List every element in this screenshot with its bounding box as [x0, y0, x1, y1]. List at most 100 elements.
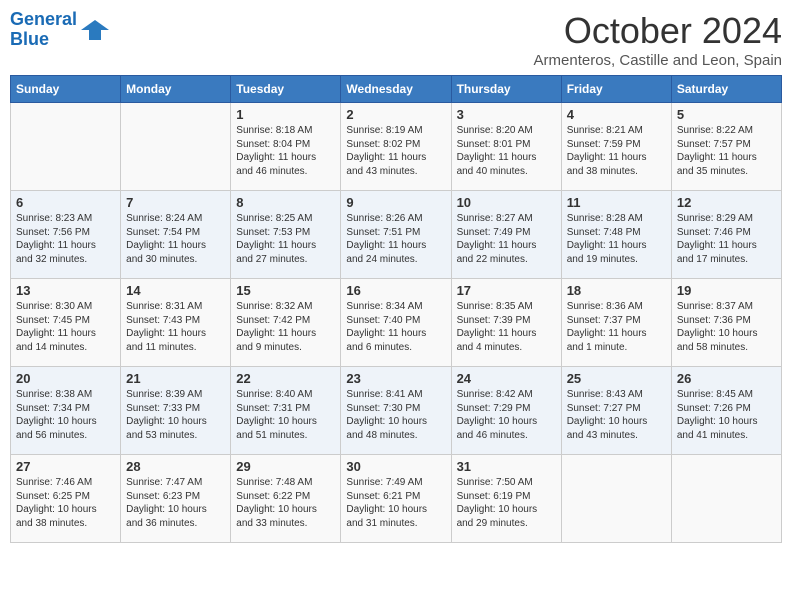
calendar-cell: 6Sunrise: 8:23 AM Sunset: 7:56 PM Daylig… [11, 191, 121, 279]
day-info: Sunrise: 8:27 AM Sunset: 7:49 PM Dayligh… [457, 212, 556, 266]
day-info: Sunrise: 7:46 AM Sunset: 6:25 PM Dayligh… [16, 476, 115, 530]
day-number: 22 [236, 371, 335, 386]
day-number: 5 [677, 107, 776, 122]
calendar-cell: 3 Sunrise: 8:20 AM Sunset: 8:01 PM Daylig… [451, 103, 561, 191]
col-monday: Monday [121, 76, 231, 103]
calendar-cell: 30 Sunrise: 7:49 AM Sunset: 6:21 PM Dayli… [341, 455, 451, 543]
day-info: Sunrise: 8:41 AM Sunset: 7:30 PM Dayligh… [346, 388, 445, 442]
calendar-cell [11, 103, 121, 191]
day-number: 13 [16, 283, 115, 298]
calendar-cell: 7Sunrise: 8:24 AM Sunset: 7:54 PM Daylig… [121, 191, 231, 279]
day-info: Sunrise: 8:34 AM Sunset: 7:40 PM Dayligh… [346, 300, 445, 354]
col-thursday: Thursday [451, 76, 561, 103]
logo-text: General Blue [10, 10, 109, 50]
day-number: 2 [346, 107, 445, 122]
calendar-cell: 4 Sunrise: 8:21 AM Sunset: 7:59 PM Daylig… [561, 103, 671, 191]
day-info: Sunrise: 7:49 AM Sunset: 6:21 PM Dayligh… [346, 476, 445, 530]
day-info: Sunrise: 8:38 AM Sunset: 7:34 PM Dayligh… [16, 388, 115, 442]
day-number: 18 [567, 283, 666, 298]
calendar-cell: 18 Sunrise: 8:36 AM Sunset: 7:37 PM Dayli… [561, 279, 671, 367]
calendar-cell: 16 Sunrise: 8:34 AM Sunset: 7:40 PM Dayli… [341, 279, 451, 367]
calendar-cell: 8Sunrise: 8:25 AM Sunset: 7:53 PM Daylig… [231, 191, 341, 279]
calendar-cell: 10 Sunrise: 8:27 AM Sunset: 7:49 PM Dayli… [451, 191, 561, 279]
logo: General Blue [10, 10, 109, 50]
day-number: 31 [457, 459, 556, 474]
calendar-cell: 1Sunrise: 8:18 AM Sunset: 8:04 PM Daylig… [231, 103, 341, 191]
day-info: Sunrise: 8:28 AM Sunset: 7:48 PM Dayligh… [567, 212, 666, 266]
day-number: 10 [457, 195, 556, 210]
day-info: Sunrise: 8:22 AM Sunset: 7:57 PM Dayligh… [677, 124, 776, 178]
day-number: 30 [346, 459, 445, 474]
day-info: Sunrise: 7:47 AM Sunset: 6:23 PM Dayligh… [126, 476, 225, 530]
day-info: Sunrise: 8:43 AM Sunset: 7:27 PM Dayligh… [567, 388, 666, 442]
day-info: Sunrise: 8:19 AM Sunset: 8:02 PM Dayligh… [346, 124, 445, 178]
calendar-cell: 17Sunrise: 8:35 AM Sunset: 7:39 PM Dayli… [451, 279, 561, 367]
location-subtitle: Armenteros, Castille and Leon, Spain [534, 52, 782, 69]
day-info: Sunrise: 7:50 AM Sunset: 6:19 PM Dayligh… [457, 476, 556, 530]
col-wednesday: Wednesday [341, 76, 451, 103]
calendar-week-row: 1Sunrise: 8:18 AM Sunset: 8:04 PM Daylig… [11, 103, 782, 191]
calendar-cell: 9 Sunrise: 8:26 AM Sunset: 7:51 PM Daylig… [341, 191, 451, 279]
calendar-week-row: 20 Sunrise: 8:38 AM Sunset: 7:34 PM Dayli… [11, 367, 782, 455]
day-number: 29 [236, 459, 335, 474]
day-info: Sunrise: 8:31 AM Sunset: 7:43 PM Dayligh… [126, 300, 225, 354]
day-info: Sunrise: 8:30 AM Sunset: 7:45 PM Dayligh… [16, 300, 115, 354]
calendar-cell: 28 Sunrise: 7:47 AM Sunset: 6:23 PM Dayli… [121, 455, 231, 543]
calendar-cell: 22 Sunrise: 8:40 AM Sunset: 7:31 PM Dayli… [231, 367, 341, 455]
day-number: 26 [677, 371, 776, 386]
calendar-cell: 13 Sunrise: 8:30 AM Sunset: 7:45 PM Dayli… [11, 279, 121, 367]
title-block: October 2024 Armenteros, Castille and Le… [534, 10, 782, 69]
col-friday: Friday [561, 76, 671, 103]
day-number: 16 [346, 283, 445, 298]
day-info: Sunrise: 8:26 AM Sunset: 7:51 PM Dayligh… [346, 212, 445, 266]
day-number: 19 [677, 283, 776, 298]
calendar-cell [561, 455, 671, 543]
day-number: 9 [346, 195, 445, 210]
col-tuesday: Tuesday [231, 76, 341, 103]
day-info: Sunrise: 8:32 AM Sunset: 7:42 PM Dayligh… [236, 300, 335, 354]
calendar-cell: 11 Sunrise: 8:28 AM Sunset: 7:48 PM Dayli… [561, 191, 671, 279]
day-number: 4 [567, 107, 666, 122]
calendar-cell: 15 Sunrise: 8:32 AM Sunset: 7:42 PM Dayli… [231, 279, 341, 367]
day-number: 27 [16, 459, 115, 474]
day-info: Sunrise: 8:24 AM Sunset: 7:54 PM Dayligh… [126, 212, 225, 266]
day-info: Sunrise: 8:39 AM Sunset: 7:33 PM Dayligh… [126, 388, 225, 442]
page-header: General Blue October 2024 Armenteros, Ca… [10, 10, 782, 69]
calendar-table: Sunday Monday Tuesday Wednesday Thursday… [10, 75, 782, 543]
calendar-header-row: Sunday Monday Tuesday Wednesday Thursday… [11, 76, 782, 103]
day-number: 25 [567, 371, 666, 386]
day-number: 8 [236, 195, 335, 210]
calendar-cell: 29Sunrise: 7:48 AM Sunset: 6:22 PM Dayli… [231, 455, 341, 543]
day-info: Sunrise: 8:40 AM Sunset: 7:31 PM Dayligh… [236, 388, 335, 442]
day-info: Sunrise: 8:42 AM Sunset: 7:29 PM Dayligh… [457, 388, 556, 442]
day-number: 28 [126, 459, 225, 474]
day-info: Sunrise: 8:36 AM Sunset: 7:37 PM Dayligh… [567, 300, 666, 354]
day-info: Sunrise: 8:20 AM Sunset: 8:01 PM Dayligh… [457, 124, 556, 178]
calendar-cell: 12 Sunrise: 8:29 AM Sunset: 7:46 PM Dayli… [671, 191, 781, 279]
calendar-cell: 27 Sunrise: 7:46 AM Sunset: 6:25 PM Dayli… [11, 455, 121, 543]
day-number: 23 [346, 371, 445, 386]
day-info: Sunrise: 8:37 AM Sunset: 7:36 PM Dayligh… [677, 300, 776, 354]
calendar-cell [121, 103, 231, 191]
day-number: 15 [236, 283, 335, 298]
day-number: 20 [16, 371, 115, 386]
day-info: Sunrise: 8:18 AM Sunset: 8:04 PM Dayligh… [236, 124, 335, 178]
calendar-cell: 23 Sunrise: 8:41 AM Sunset: 7:30 PM Dayli… [341, 367, 451, 455]
calendar-cell: 26Sunrise: 8:45 AM Sunset: 7:26 PM Dayli… [671, 367, 781, 455]
day-info: Sunrise: 8:35 AM Sunset: 7:39 PM Dayligh… [457, 300, 556, 354]
calendar-cell: 5 Sunrise: 8:22 AM Sunset: 7:57 PM Daylig… [671, 103, 781, 191]
day-number: 14 [126, 283, 225, 298]
col-saturday: Saturday [671, 76, 781, 103]
calendar-cell [671, 455, 781, 543]
calendar-cell: 25 Sunrise: 8:43 AM Sunset: 7:27 PM Dayli… [561, 367, 671, 455]
day-info: Sunrise: 8:21 AM Sunset: 7:59 PM Dayligh… [567, 124, 666, 178]
day-info: Sunrise: 8:29 AM Sunset: 7:46 PM Dayligh… [677, 212, 776, 266]
day-number: 3 [457, 107, 556, 122]
calendar-week-row: 6Sunrise: 8:23 AM Sunset: 7:56 PM Daylig… [11, 191, 782, 279]
day-number: 21 [126, 371, 225, 386]
calendar-cell: 19 Sunrise: 8:37 AM Sunset: 7:36 PM Dayli… [671, 279, 781, 367]
day-number: 12 [677, 195, 776, 210]
calendar-cell: 21 Sunrise: 8:39 AM Sunset: 7:33 PM Dayli… [121, 367, 231, 455]
day-number: 11 [567, 195, 666, 210]
calendar-cell: 14 Sunrise: 8:31 AM Sunset: 7:43 PM Dayli… [121, 279, 231, 367]
